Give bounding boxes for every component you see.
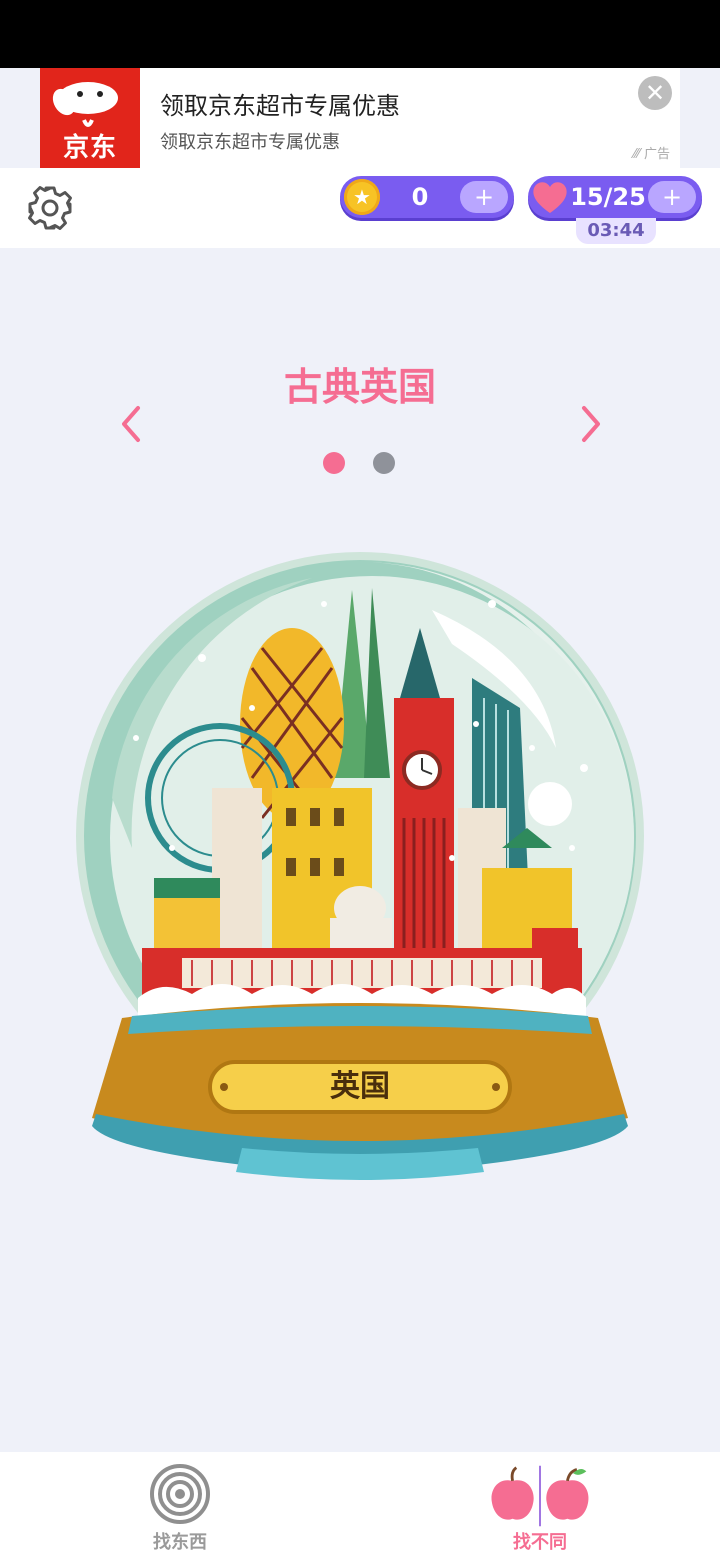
ad-subtitle: 领取京东超市专属优惠 [160, 132, 340, 153]
coin-value: 0 [411, 183, 429, 211]
jd-dog-icon [52, 82, 118, 127]
heart-icon [533, 182, 567, 213]
close-icon[interactable]: ✕ [638, 76, 672, 110]
target-icon [150, 1464, 210, 1524]
lives-value: 15/25 [570, 183, 646, 211]
gear-icon[interactable] [26, 184, 74, 232]
plaque-label: 英国 [330, 1069, 390, 1104]
jd-logo: 京东 [40, 68, 140, 168]
coin-counter: ★ 0 + [340, 176, 514, 218]
add-lives-button[interactable]: + [648, 181, 696, 213]
nav-find-differences-label: 找不同 [513, 1532, 567, 1553]
ad-tag-mark: ⁄⁄⁄ [633, 147, 644, 162]
nav-find-differences[interactable]: 找不同 [440, 1452, 640, 1560]
lives-counter: 15/25 + [528, 176, 702, 218]
page-dot-1[interactable] [323, 452, 345, 474]
nav-find-items[interactable]: 找东西 [80, 1452, 280, 1560]
lives-timer: 03:44 [576, 218, 656, 244]
chevron-left-icon[interactable] [116, 404, 146, 444]
ad-title[interactable]: 领取京东超市专属优惠 [160, 86, 400, 121]
ad-tag-label: 广告 [643, 147, 670, 162]
chevron-right-icon[interactable] [576, 404, 606, 444]
bottom-nav: 找东西 找不同 [0, 1452, 720, 1560]
add-coins-button[interactable]: + [460, 181, 508, 213]
star-coin-icon: ★ [344, 179, 380, 215]
page-dot-2[interactable] [373, 452, 395, 474]
nav-find-items-label: 找东西 [153, 1532, 207, 1553]
status-bar [0, 0, 720, 68]
twin-apples-icon [491, 1465, 589, 1527]
ad-banner[interactable]: 京东 领取京东超市专属优惠 领取京东超市专属优惠 ✕ ⁄⁄⁄ 广告 [40, 68, 680, 168]
level-title: 古典英国 [283, 365, 436, 409]
ad-tag: ⁄⁄⁄ 广告 [633, 143, 670, 162]
page-indicator [320, 452, 410, 476]
jd-logo-text: 京东 [62, 133, 117, 163]
